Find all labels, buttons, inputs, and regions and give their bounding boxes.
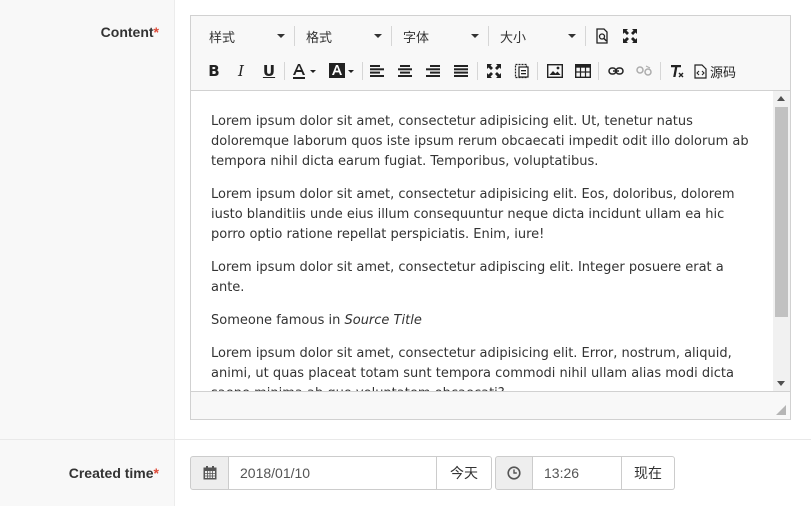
chevron-down-icon xyxy=(568,34,576,38)
date-field[interactable]: 2018/01/10 xyxy=(229,456,437,490)
editor-toolbar: 样式 格式 字体 大小 B I U 源码 xyxy=(191,16,790,90)
label-column xyxy=(0,0,175,506)
italic-icon: I xyxy=(238,62,244,80)
toolbar-separator xyxy=(660,62,661,80)
editor-statusbar xyxy=(191,392,790,419)
chevron-down-icon xyxy=(277,34,285,38)
link-button[interactable] xyxy=(605,60,627,82)
toolbar-separator xyxy=(598,62,599,80)
content-paragraph: Lorem ipsum dolor sit amet, consectetur … xyxy=(211,346,734,391)
preview-button[interactable] xyxy=(591,25,613,47)
maximize-button[interactable] xyxy=(619,25,641,47)
image-icon xyxy=(547,64,563,78)
scrollbar-thumb[interactable] xyxy=(775,107,788,317)
remove-format-button[interactable] xyxy=(666,60,688,82)
align-justify-icon xyxy=(454,65,468,77)
chevron-down-icon xyxy=(374,34,382,38)
fullscreen-icon xyxy=(487,64,501,78)
align-left-button[interactable] xyxy=(366,60,388,82)
citation-prefix: Someone famous in xyxy=(211,313,345,328)
source-button-label: 源码 xyxy=(710,65,737,81)
toolbar-separator xyxy=(585,26,586,46)
text-color-icon xyxy=(293,64,316,79)
chevron-down-icon xyxy=(471,34,479,38)
font-dropdown[interactable]: 字体 xyxy=(399,24,483,48)
calendar-icon xyxy=(203,466,216,480)
toolbar-separator xyxy=(362,62,363,80)
editor-scrollbar[interactable] xyxy=(773,91,790,391)
toolbar-separator xyxy=(294,26,295,46)
row-divider xyxy=(0,439,811,440)
source-icon xyxy=(694,63,707,79)
editor-content[interactable]: Lorem ipsum dolor sit amet, consectetur … xyxy=(211,112,761,391)
toolbar-separator xyxy=(391,26,392,46)
styles-dropdown[interactable]: 样式 xyxy=(205,24,289,48)
scroll-up-arrow-icon[interactable] xyxy=(777,96,785,101)
align-center-button[interactable] xyxy=(394,60,416,82)
format-dropdown-label: 格式 xyxy=(306,29,333,45)
resize-handle-icon[interactable] xyxy=(776,405,786,415)
background-color-button[interactable] xyxy=(327,60,357,82)
content-label-text: Content xyxy=(100,24,154,40)
today-button[interactable]: 今天 xyxy=(437,456,492,490)
italic-button[interactable]: I xyxy=(230,60,252,82)
content-paragraph: Lorem ipsum dolor sit amet, consectetur … xyxy=(211,114,749,169)
date-input-group: 2018/01/10 今天 xyxy=(190,456,492,490)
source-button[interactable]: 源码 xyxy=(694,60,740,82)
unlink-icon xyxy=(636,65,652,76)
created-time-label: Created time* xyxy=(69,465,159,481)
insert-table-button[interactable] xyxy=(572,60,594,82)
align-right-button[interactable] xyxy=(422,60,444,82)
required-mark: * xyxy=(153,24,159,40)
blockquote-footer: Someone famous in Source Title xyxy=(211,311,761,331)
toolbar-separator xyxy=(537,62,538,80)
styles-dropdown-label: 样式 xyxy=(209,29,236,45)
link-icon xyxy=(608,67,624,75)
background-color-icon xyxy=(329,63,354,78)
time-input-group: 13:26 现在 xyxy=(495,456,675,490)
bold-button[interactable]: B xyxy=(203,60,225,82)
clock-addon xyxy=(495,456,533,490)
text-color-button[interactable] xyxy=(290,60,320,82)
table-icon xyxy=(575,64,591,78)
content-paragraph: Lorem ipsum dolor sit amet, consectetur … xyxy=(211,187,735,242)
fullscreen-button[interactable] xyxy=(483,60,505,82)
created-time-label-text: Created time xyxy=(68,465,154,481)
editor-content-area[interactable]: Lorem ipsum dolor sit amet, consectetur … xyxy=(191,90,790,392)
time-field[interactable]: 13:26 xyxy=(533,456,622,490)
align-center-icon xyxy=(398,65,412,77)
size-dropdown[interactable]: 大小 xyxy=(496,24,580,48)
content-paragraph: Lorem ipsum dolor sit amet, consectetur … xyxy=(211,260,724,295)
toolbar-separator xyxy=(488,26,489,46)
rich-text-editor: 样式 格式 字体 大小 B I U 源码 Lorem ipsum dolor s… xyxy=(190,15,791,420)
align-left-icon xyxy=(370,65,384,77)
now-button[interactable]: 现在 xyxy=(622,456,675,490)
citation-title: Source Title xyxy=(344,313,422,328)
remove-format-icon xyxy=(671,65,684,78)
bold-icon: B xyxy=(208,62,220,80)
align-justify-button[interactable] xyxy=(450,60,472,82)
clock-icon xyxy=(507,466,521,480)
preview-icon xyxy=(596,28,608,44)
maximize-icon xyxy=(623,29,637,43)
font-dropdown-label: 字体 xyxy=(403,29,430,45)
show-blocks-icon xyxy=(514,63,529,79)
align-right-icon xyxy=(426,65,440,77)
calendar-addon xyxy=(190,456,229,490)
toolbar-separator xyxy=(477,62,478,80)
unlink-button[interactable] xyxy=(633,60,655,82)
underline-button[interactable]: U xyxy=(258,60,280,82)
scroll-down-arrow-icon[interactable] xyxy=(777,381,785,386)
size-dropdown-label: 大小 xyxy=(500,29,527,45)
toolbar-separator xyxy=(284,62,285,80)
required-mark: * xyxy=(153,465,159,481)
show-blocks-button[interactable] xyxy=(511,60,533,82)
format-dropdown[interactable]: 格式 xyxy=(302,24,386,48)
insert-image-button[interactable] xyxy=(544,60,566,82)
underline-icon: U xyxy=(262,62,276,80)
content-label: Content* xyxy=(101,24,159,40)
